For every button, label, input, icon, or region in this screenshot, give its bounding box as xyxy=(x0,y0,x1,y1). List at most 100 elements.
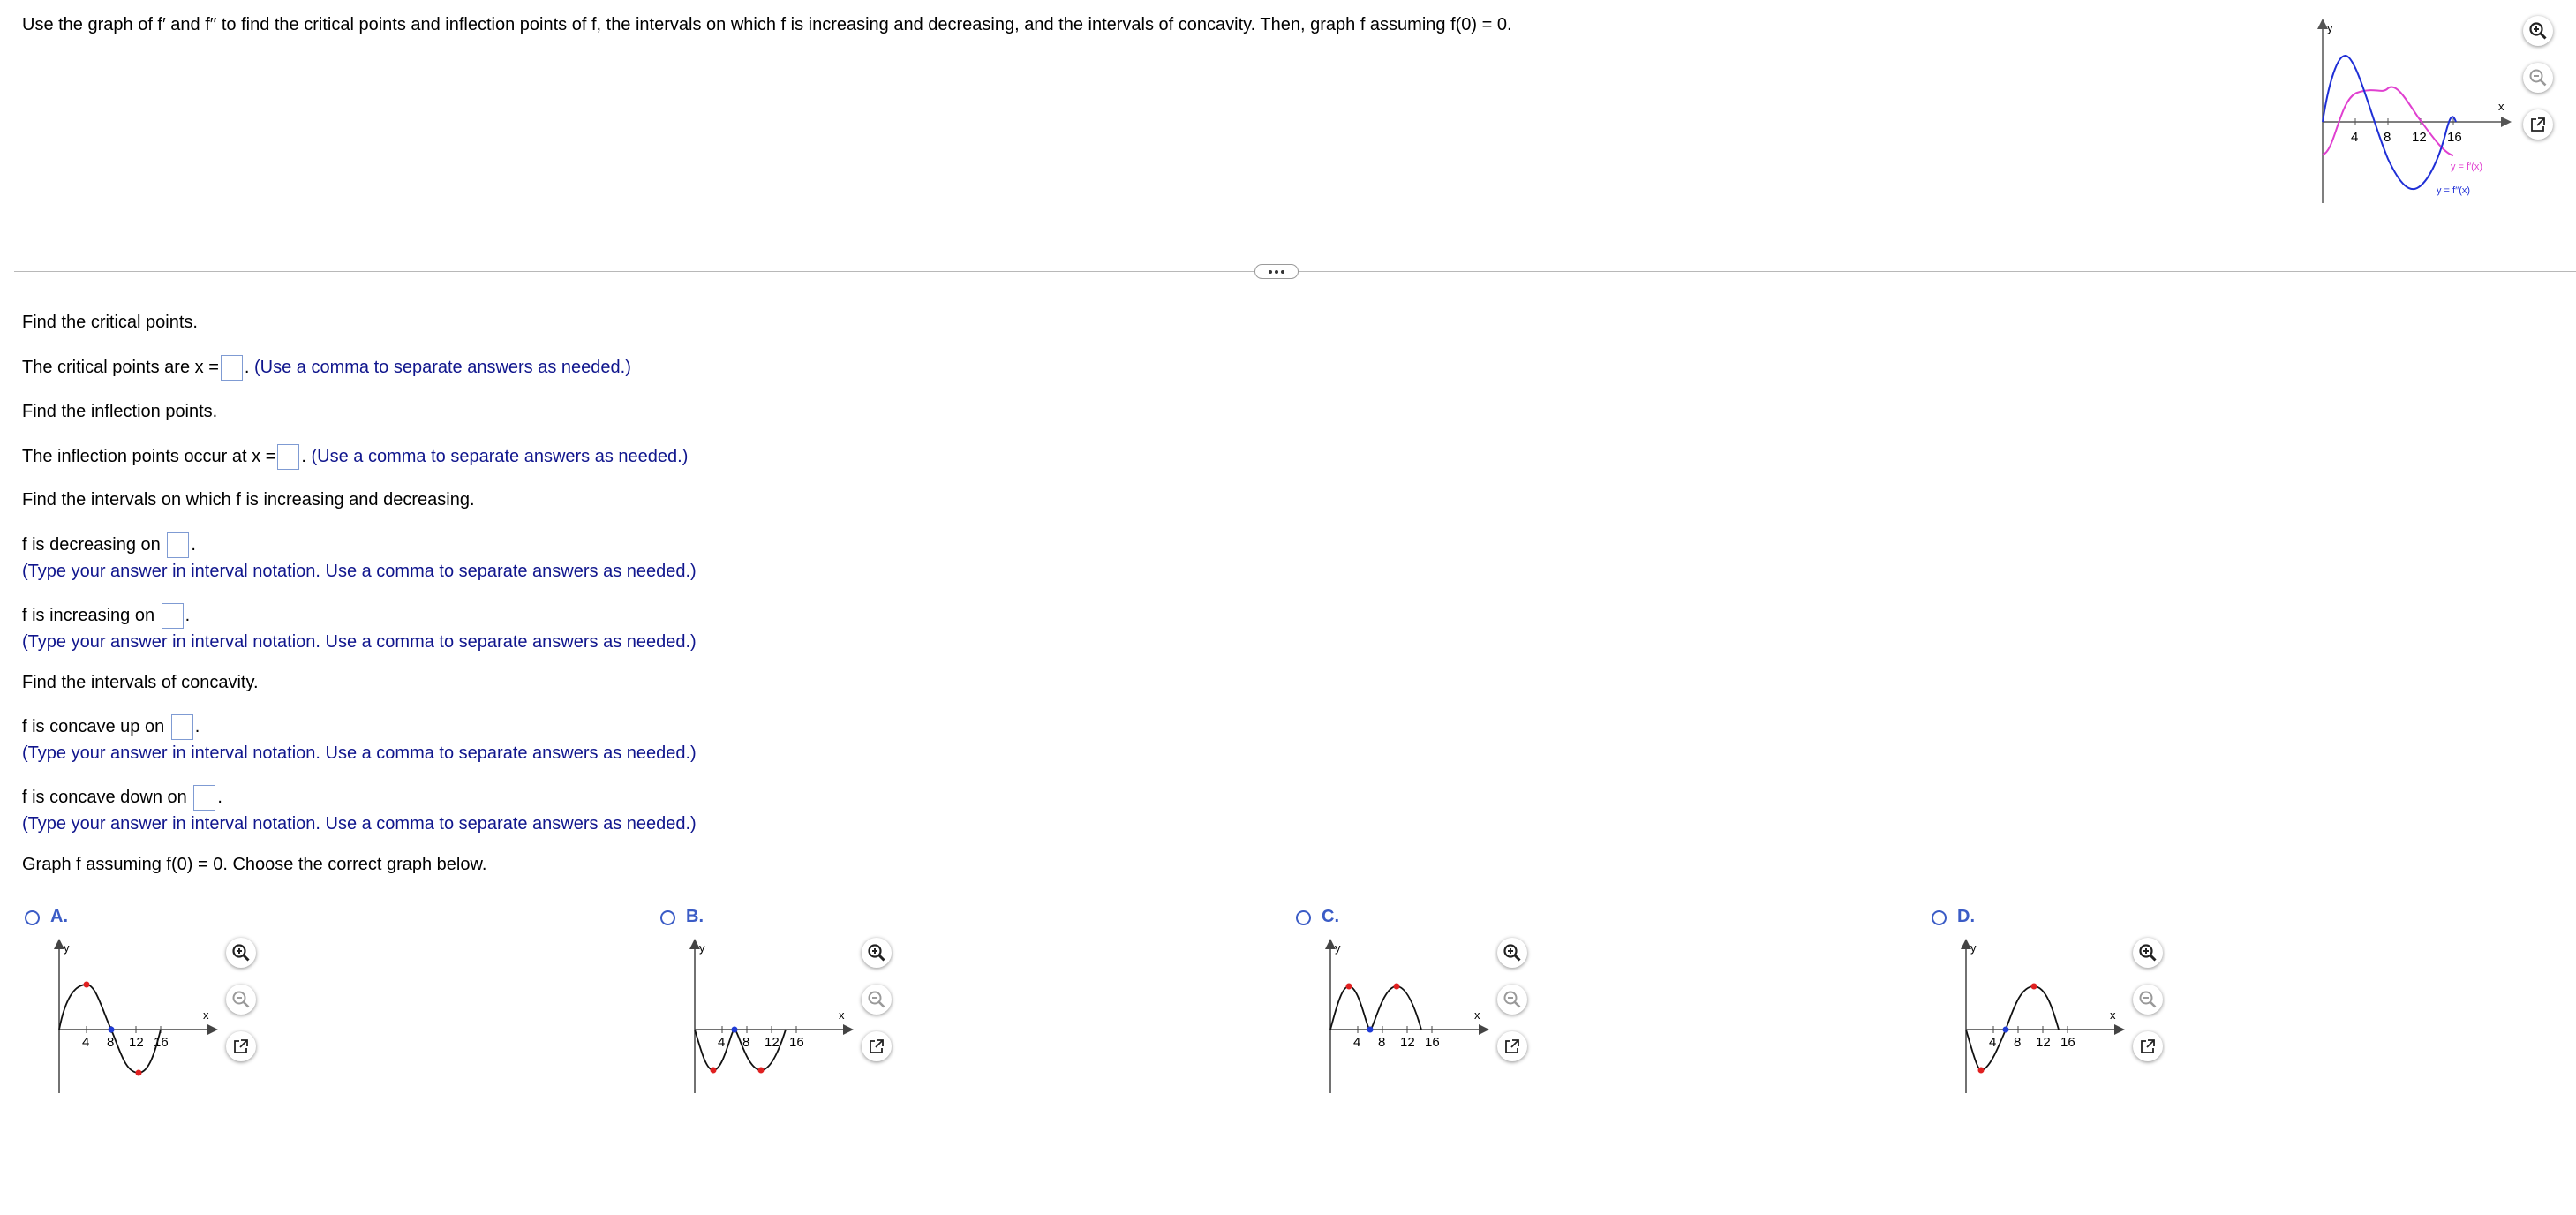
option-d-zoom-in-button[interactable] xyxy=(2133,938,2163,968)
tick-12: 12 xyxy=(2036,1035,2051,1050)
concave-up-interval-input[interactable] xyxy=(170,714,193,740)
option-b-label[interactable]: B. xyxy=(686,907,704,927)
option-d-label[interactable]: D. xyxy=(1957,907,1975,927)
critical-points-input[interactable] xyxy=(220,355,243,381)
graph-heading: Graph f assuming f(0) = 0. Choose the co… xyxy=(22,855,487,874)
option-c-curve xyxy=(1329,985,1422,1030)
tick-4: 4 xyxy=(82,1035,89,1050)
option-d-zoom-out-button[interactable] xyxy=(2133,985,2163,1015)
monotonic-heading: Find the intervals on which f is increas… xyxy=(22,490,475,509)
tick-4: 4 xyxy=(1989,1035,1996,1050)
x-axis-label: x xyxy=(2498,100,2504,113)
tick-16: 16 xyxy=(1425,1035,1440,1050)
inflection-point xyxy=(2002,1026,2009,1033)
decreasing-question: f is decreasing on . xyxy=(22,532,196,558)
option-a-zoom-in-button[interactable] xyxy=(226,938,256,968)
inflection-point xyxy=(1367,1026,1374,1033)
option-d-curve xyxy=(1965,985,2060,1071)
tick-16: 16 xyxy=(2447,130,2462,145)
option-b-zoom-out-button[interactable] xyxy=(862,985,892,1015)
tick-8: 8 xyxy=(2384,130,2391,145)
concave-down-interval-input[interactable] xyxy=(193,785,216,811)
option-b-radio[interactable] xyxy=(660,910,675,925)
inflection-points-input[interactable] xyxy=(277,444,300,470)
tick-16: 16 xyxy=(789,1035,804,1050)
option-c-label[interactable]: C. xyxy=(1322,907,1339,927)
option-c-radio[interactable] xyxy=(1296,910,1311,925)
f-double-prime-label: y = f′′(x) xyxy=(2437,185,2470,196)
zoom-out-button[interactable] xyxy=(2523,63,2553,93)
option-a-zoom-out-button[interactable] xyxy=(226,985,256,1015)
period: . xyxy=(194,716,200,736)
minimum-point xyxy=(710,1067,717,1074)
tick-4: 4 xyxy=(1353,1035,1360,1050)
inflection-point xyxy=(108,1026,115,1033)
zoom-out-icon xyxy=(1503,991,1521,1008)
minimum-point xyxy=(757,1067,765,1074)
maximum-point xyxy=(1345,983,1352,990)
maximum-point xyxy=(83,981,90,988)
new-window-icon xyxy=(234,1039,248,1053)
x-axis-label: x xyxy=(2110,1008,2116,1022)
option-a-radio[interactable] xyxy=(25,910,40,925)
increasing-question: f is increasing on . xyxy=(22,603,190,629)
problem-statement: Use the graph of f′ and f′′ to find the … xyxy=(22,15,1512,34)
option-b-graph: y x 4 8 12 16 xyxy=(689,939,854,1093)
minimum-point xyxy=(1977,1067,1985,1074)
tick-16: 16 xyxy=(2060,1035,2075,1050)
maximum-point xyxy=(1393,983,1400,990)
tick-4: 4 xyxy=(718,1035,725,1050)
increasing-interval-input[interactable] xyxy=(161,603,184,629)
x-axis-label: x xyxy=(839,1008,845,1022)
critical-heading: Find the critical points. xyxy=(22,313,198,332)
option-d-radio[interactable] xyxy=(1932,910,1947,925)
option-b-new-window-button[interactable] xyxy=(862,1031,892,1061)
new-window-icon xyxy=(870,1039,884,1053)
option-a-graph: y x 4 8 12 16 xyxy=(54,939,218,1093)
inflection-question: The inflection points occur at x =. (Use… xyxy=(22,444,688,470)
critical-prefix: The critical points are x = xyxy=(22,357,219,377)
option-a-new-window-button[interactable] xyxy=(226,1031,256,1061)
y-axis-label: y xyxy=(699,941,705,955)
tick-12: 12 xyxy=(765,1035,780,1050)
zoom-in-icon xyxy=(2139,944,2157,962)
concave-up-prefix: f is concave up on xyxy=(22,716,165,736)
concavity-heading: Find the intervals of concavity. xyxy=(22,673,259,692)
zoom-in-button[interactable] xyxy=(2523,16,2553,46)
zoom-out-icon xyxy=(232,991,250,1008)
period: . xyxy=(191,534,196,555)
option-b-zoom-in-button[interactable] xyxy=(862,938,892,968)
option-a-label[interactable]: A. xyxy=(50,907,68,927)
x-axis-label: x xyxy=(1474,1008,1480,1022)
critical-question: The critical points are x =. (Use a comm… xyxy=(22,355,631,381)
zoom-out-icon xyxy=(2139,991,2157,1008)
zoom-out-icon xyxy=(2529,69,2547,87)
tick-8: 8 xyxy=(2014,1035,2021,1050)
new-window-icon xyxy=(2141,1039,2155,1053)
y-axis-label: y xyxy=(1970,941,1977,955)
period: . xyxy=(244,357,250,377)
y-axis-label: y xyxy=(2327,21,2333,34)
tick-12: 12 xyxy=(129,1035,144,1050)
new-window-icon xyxy=(2531,117,2545,132)
divider-handle[interactable] xyxy=(1254,264,1299,279)
new-window-button[interactable] xyxy=(2523,109,2553,140)
zoom-in-icon xyxy=(2529,22,2547,40)
zoom-in-icon xyxy=(868,944,885,962)
concave-up-question: f is concave up on . xyxy=(22,714,200,740)
y-axis-label: y xyxy=(64,941,70,955)
period: . xyxy=(185,605,191,625)
zoom-in-icon xyxy=(232,944,250,962)
option-c-zoom-out-button[interactable] xyxy=(1497,985,1527,1015)
option-c-new-window-button[interactable] xyxy=(1497,1031,1527,1061)
option-d-new-window-button[interactable] xyxy=(2133,1031,2163,1061)
increasing-prefix: f is increasing on xyxy=(22,605,155,625)
option-c-graph: y x 4 8 12 16 xyxy=(1325,939,1489,1093)
concave-down-prefix: f is concave down on xyxy=(22,787,187,807)
critical-note: (Use a comma to separate answers as need… xyxy=(254,357,631,377)
zoom-in-icon xyxy=(1503,944,1521,962)
decreasing-interval-input[interactable] xyxy=(167,532,190,558)
tick-8: 8 xyxy=(107,1035,114,1050)
new-window-icon xyxy=(1505,1039,1519,1053)
option-c-zoom-in-button[interactable] xyxy=(1497,938,1527,968)
